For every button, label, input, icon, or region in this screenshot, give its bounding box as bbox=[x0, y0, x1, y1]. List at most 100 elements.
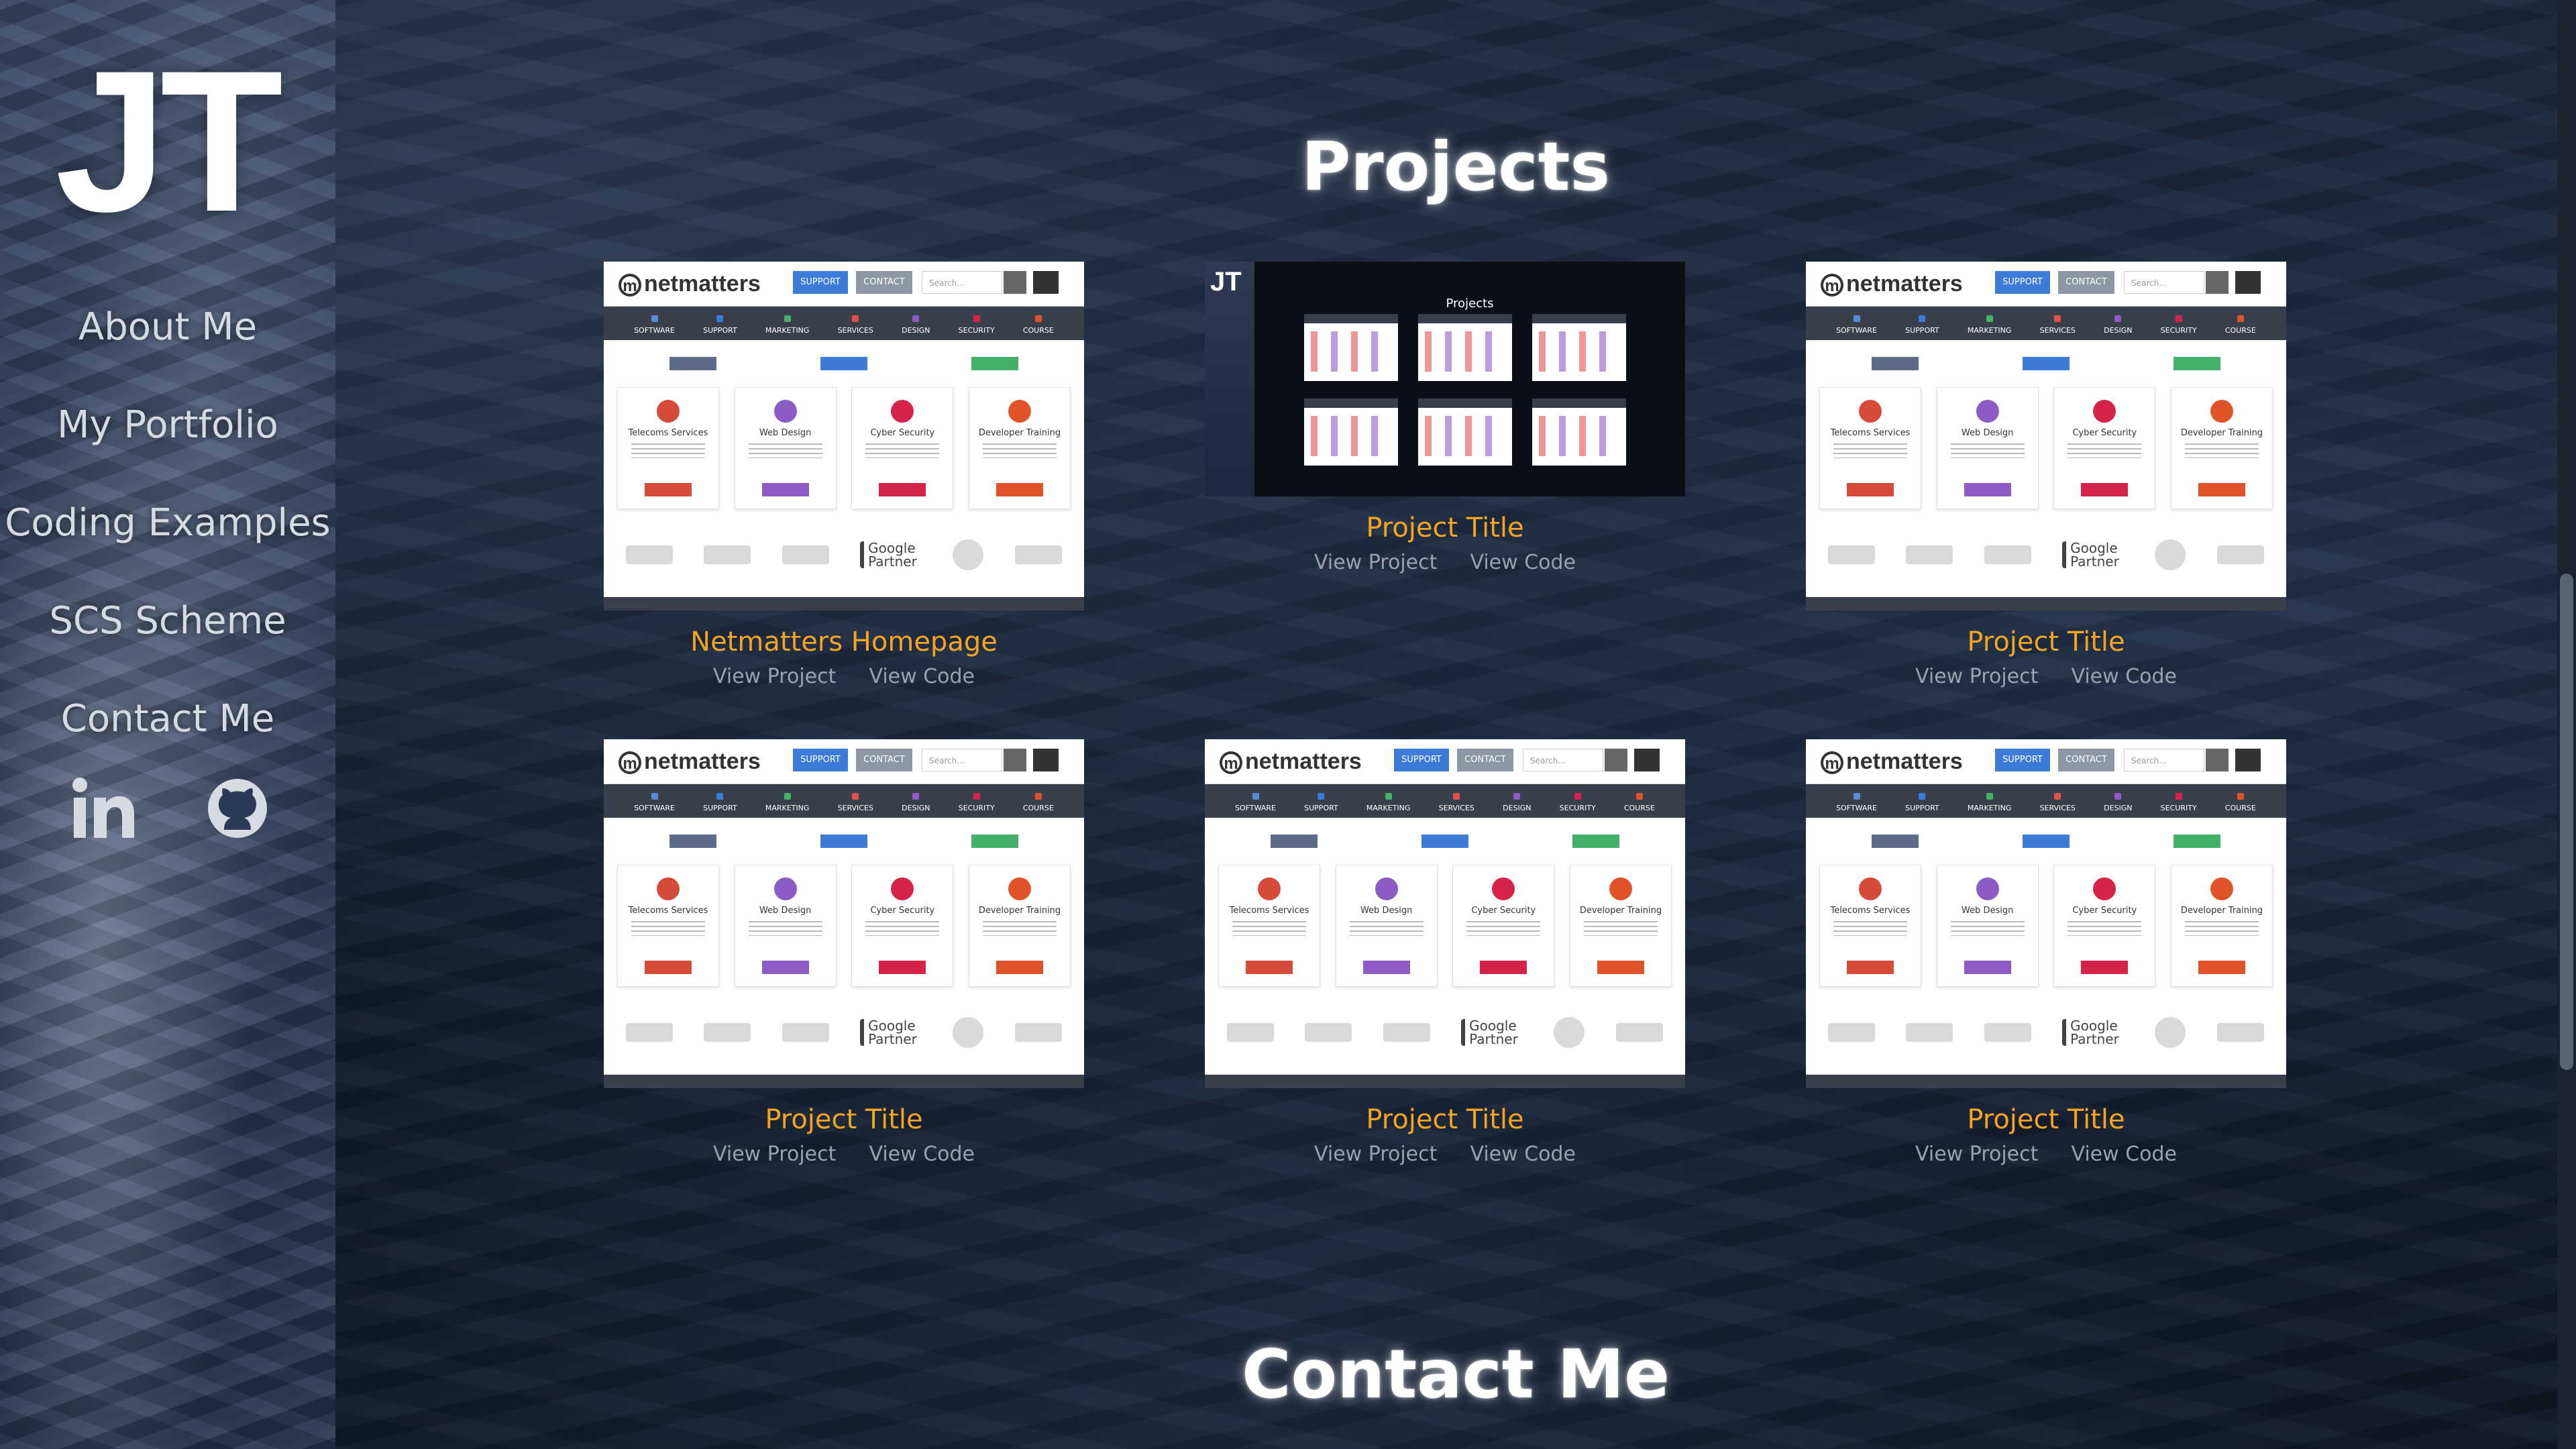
thumbnail-footer bbox=[604, 597, 1084, 610]
linkedin-icon[interactable] bbox=[70, 775, 137, 842]
project-screenshot[interactable]: m netmatters SUPPORT CONTACT Search... SO… bbox=[1806, 739, 2286, 1088]
thumbnail-search: Search... bbox=[2124, 749, 2204, 771]
view-project-link[interactable]: View Project bbox=[1314, 546, 1437, 580]
thumbnail-service-tile: Cyber Security bbox=[2053, 387, 2156, 509]
thumbnail-service-tile: Telecoms Services bbox=[1819, 865, 1921, 987]
thumbnail-nav: SOFTWARE SUPPORT MARKETING SERVICES DESIGN SE… bbox=[604, 307, 1084, 340]
read-more-button bbox=[2198, 961, 2245, 974]
thumbnail-nav-item: COURSE bbox=[1023, 315, 1054, 340]
view-code-link[interactable]: View Code bbox=[1470, 546, 1576, 580]
service-icon bbox=[1008, 877, 1031, 900]
project-title[interactable]: Project Title bbox=[604, 1102, 1084, 1138]
nav-scs-scheme[interactable]: SCS Scheme bbox=[0, 589, 335, 687]
service-icon bbox=[657, 400, 680, 423]
project-title[interactable]: Netmatters Homepage bbox=[604, 624, 1084, 660]
thumbnail-service-tile: Developer Training bbox=[968, 865, 1071, 987]
thumbnail-nav-item: COURSE bbox=[2225, 315, 2256, 340]
project-title[interactable]: Project Title bbox=[1205, 1102, 1685, 1138]
thumbnail-nav-item: MARKETING bbox=[1968, 793, 2012, 818]
service-icon bbox=[2210, 877, 2233, 900]
read-more-button bbox=[761, 483, 809, 496]
thumbnail-service-tile: Developer Training bbox=[1569, 865, 1672, 987]
thumbnail-support-button: SUPPORT bbox=[793, 749, 848, 771]
service-description bbox=[1232, 921, 1306, 936]
thumbnail-footer bbox=[604, 1075, 1084, 1088]
service-icon bbox=[1976, 877, 1999, 900]
thumbnail-nav: SOFTWARE SUPPORT MARKETING SERVICES DESIGN SE… bbox=[1806, 784, 2286, 818]
nav-my-portfolio[interactable]: My Portfolio bbox=[0, 393, 335, 491]
service-description bbox=[2184, 921, 2259, 936]
project-screenshot[interactable]: JT Projects bbox=[1205, 262, 1685, 496]
thumbnail-nav-item: SUPPORT bbox=[703, 793, 737, 818]
read-more-button bbox=[645, 961, 692, 974]
thumbnail-contact-button: CONTACT bbox=[2058, 749, 2114, 771]
service-icon bbox=[1492, 877, 1515, 900]
thumbnail-grid bbox=[1304, 314, 1640, 466]
service-title: Web Design bbox=[759, 428, 812, 438]
service-description bbox=[982, 921, 1057, 936]
read-more-button bbox=[1597, 961, 1644, 974]
nav-about-me[interactable]: About Me bbox=[0, 295, 335, 393]
service-description bbox=[748, 443, 822, 458]
service-description bbox=[982, 443, 1057, 458]
thumbnail-service-tile: Cyber Security bbox=[851, 865, 954, 987]
service-icon bbox=[773, 400, 797, 423]
view-project-link[interactable]: View Project bbox=[1915, 1138, 2038, 1171]
view-project-link[interactable]: View Project bbox=[1915, 660, 2038, 694]
view-code-link[interactable]: View Code bbox=[2071, 1138, 2177, 1171]
thumbnail-nav-item: DESIGN bbox=[2104, 315, 2132, 340]
github-icon[interactable] bbox=[204, 775, 271, 842]
thumbnail-nav-item: SECURITY bbox=[1560, 793, 1596, 818]
service-icon bbox=[1375, 877, 1398, 900]
service-title: Developer Training bbox=[1579, 906, 1662, 916]
service-icon bbox=[1859, 400, 1882, 423]
main-nav: About Me My Portfolio Coding Examples SC… bbox=[0, 295, 335, 785]
service-description bbox=[1950, 921, 2025, 936]
thumbnail-nav-item: MARKETING bbox=[1366, 793, 1411, 818]
scrollbar[interactable] bbox=[2557, 0, 2576, 1449]
thumbnail-contact-button: CONTACT bbox=[856, 749, 912, 771]
project-screenshot[interactable]: m netmatters SUPPORT CONTACT Search... SO… bbox=[604, 739, 1084, 1088]
project-title[interactable]: Project Title bbox=[1205, 510, 1685, 546]
project-screenshot[interactable]: m netmatters SUPPORT CONTACT Search... SO… bbox=[1205, 739, 1685, 1088]
thumbnail-header: m netmatters SUPPORT CONTACT Search... bbox=[1205, 739, 1685, 784]
thumbnail-contact-button: CONTACT bbox=[1457, 749, 1513, 771]
project-card: m netmatters SUPPORT CONTACT Search... SO… bbox=[1806, 262, 2286, 694]
scrollbar-thumb[interactable] bbox=[2560, 574, 2573, 1070]
nav-coding-examples[interactable]: Coding Examples bbox=[0, 491, 335, 589]
project-screenshot[interactable]: m netmatters SUPPORT CONTACT Search... SO… bbox=[1806, 262, 2286, 610]
view-code-link[interactable]: View Code bbox=[1470, 1138, 1576, 1171]
thumbnail-partners: Google Partner bbox=[1806, 999, 2286, 1066]
thumbnail-heading: Projects bbox=[1446, 297, 1494, 311]
view-code-link[interactable]: View Code bbox=[869, 660, 975, 694]
service-icon bbox=[2093, 400, 2116, 423]
service-description bbox=[1833, 443, 1907, 458]
project-title[interactable]: Project Title bbox=[1806, 1102, 2286, 1138]
service-title: Cyber Security bbox=[870, 428, 935, 438]
google-partner-badge: Google Partner bbox=[1461, 1019, 1523, 1046]
view-project-link[interactable]: View Project bbox=[1314, 1138, 1437, 1171]
thumbnail-sidebar: JT bbox=[1205, 262, 1254, 496]
service-description bbox=[748, 921, 822, 936]
project-title[interactable]: Project Title bbox=[1806, 624, 2286, 660]
view-project-link[interactable]: View Project bbox=[713, 660, 836, 694]
thumbnail-support-button: SUPPORT bbox=[1995, 749, 2050, 771]
project-screenshot[interactable]: m netmatters SUPPORT CONTACT Search... SO… bbox=[604, 262, 1084, 610]
thumbnail-support-button: SUPPORT bbox=[793, 271, 848, 294]
thumbnail-service-tile: Telecoms Services bbox=[1819, 387, 1921, 509]
view-project-link[interactable]: View Project bbox=[713, 1138, 836, 1171]
thumbnail-service-tile: Web Design bbox=[1335, 865, 1438, 987]
read-more-button bbox=[761, 961, 809, 974]
service-description bbox=[1833, 921, 1907, 936]
view-code-link[interactable]: View Code bbox=[869, 1138, 975, 1171]
site-logo[interactable]: JT bbox=[55, 40, 283, 241]
nav-contact-me[interactable]: Contact Me bbox=[0, 687, 335, 785]
thumbnail-footer bbox=[1205, 1075, 1685, 1088]
service-icon bbox=[657, 877, 680, 900]
project-links: View Project View Code bbox=[1806, 1138, 2286, 1171]
thumbnail-tiles: Telecoms Services Web Design Cyber Secur… bbox=[604, 387, 1084, 521]
view-code-link[interactable]: View Code bbox=[2071, 660, 2177, 694]
service-description bbox=[631, 443, 705, 458]
thumbnail-brand: m netmatters bbox=[1821, 749, 1963, 775]
read-more-button bbox=[2198, 483, 2245, 496]
